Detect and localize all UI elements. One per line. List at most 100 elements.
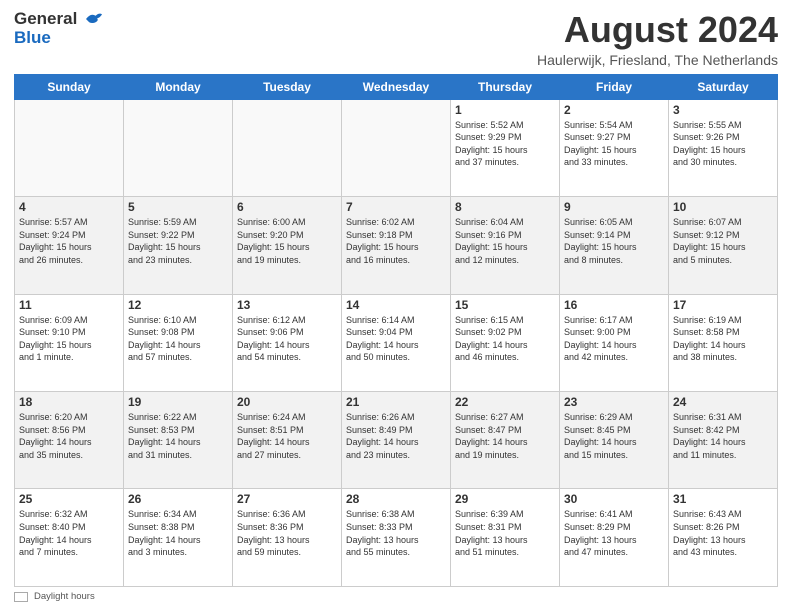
calendar-cell: 23 Sunrise: 6:29 AM Sunset: 8:45 PM Dayli…	[560, 392, 669, 489]
day-number: 17	[673, 298, 773, 312]
calendar-cell: 8 Sunrise: 6:04 AM Sunset: 9:16 PM Daylig…	[451, 197, 560, 294]
page: General Blue August 2024 Haulerwijk, Fri…	[0, 0, 792, 612]
calendar-cell: 25 Sunrise: 6:32 AM Sunset: 8:40 PM Dayli…	[15, 489, 124, 587]
calendar-cell: 30Sunrise: 6:41 AM Sunset: 8:29 PM Dayli…	[560, 489, 669, 587]
calendar-cell: 27Sunrise: 6:36 AM Sunset: 8:36 PM Dayli…	[233, 489, 342, 587]
day-number: 7	[346, 200, 446, 214]
calendar-week-4: 25 Sunrise: 6:32 AM Sunset: 8:40 PM Dayli…	[15, 489, 778, 587]
day-info: Sunrise: 5:57 AM Sunset: 9:24 PM Dayligh…	[19, 216, 119, 266]
day-info: Sunrise: 6:07 AM Sunset: 9:12 PM Dayligh…	[673, 216, 773, 266]
day-number: 23	[564, 395, 664, 409]
day-info: Sunrise: 6:27 AM Sunset: 8:47 PM Dayligh…	[455, 411, 555, 461]
day-number: 6	[237, 200, 337, 214]
day-info: Sunrise: 5:54 AM Sunset: 9:27 PM Dayligh…	[564, 119, 664, 169]
day-number: 24	[673, 395, 773, 409]
calendar-cell: 19Sunrise: 6:22 AM Sunset: 8:53 PM Dayli…	[124, 392, 233, 489]
day-info: Sunrise: 5:59 AM Sunset: 9:22 PM Dayligh…	[128, 216, 228, 266]
calendar-cell: 16 Sunrise: 6:17 AM Sunset: 9:00 PM Dayli…	[560, 294, 669, 391]
day-number: 2	[564, 103, 664, 117]
day-number: 11	[19, 298, 119, 312]
col-header-friday: Friday	[560, 74, 669, 99]
calendar-cell: 6Sunrise: 6:00 AM Sunset: 9:20 PM Daylig…	[233, 197, 342, 294]
day-info: Sunrise: 6:24 AM Sunset: 8:51 PM Dayligh…	[237, 411, 337, 461]
day-info: Sunrise: 6:43 AM Sunset: 8:26 PM Dayligh…	[673, 508, 773, 558]
col-header-monday: Monday	[124, 74, 233, 99]
day-info: Sunrise: 6:12 AM Sunset: 9:06 PM Dayligh…	[237, 314, 337, 364]
logo: General Blue	[14, 10, 104, 47]
calendar-cell: 13 Sunrise: 6:12 AM Sunset: 9:06 PM Dayli…	[233, 294, 342, 391]
calendar-cell	[342, 99, 451, 196]
calendar-cell: 4 Sunrise: 5:57 AM Sunset: 9:24 PM Daylig…	[15, 197, 124, 294]
calendar-cell	[15, 99, 124, 196]
logo-bird-icon	[84, 11, 104, 27]
calendar-cell: 9 Sunrise: 6:05 AM Sunset: 9:14 PM Daylig…	[560, 197, 669, 294]
col-header-tuesday: Tuesday	[233, 74, 342, 99]
calendar-week-3: 18 Sunrise: 6:20 AM Sunset: 8:56 PM Dayli…	[15, 392, 778, 489]
day-info: Sunrise: 6:26 AM Sunset: 8:49 PM Dayligh…	[346, 411, 446, 461]
day-number: 25	[19, 492, 119, 506]
col-header-wednesday: Wednesday	[342, 74, 451, 99]
calendar-cell: 21 Sunrise: 6:26 AM Sunset: 8:49 PM Dayli…	[342, 392, 451, 489]
day-number: 15	[455, 298, 555, 312]
day-info: Sunrise: 6:31 AM Sunset: 8:42 PM Dayligh…	[673, 411, 773, 461]
calendar-cell: 2 Sunrise: 5:54 AM Sunset: 9:27 PM Daylig…	[560, 99, 669, 196]
day-info: Sunrise: 6:32 AM Sunset: 8:40 PM Dayligh…	[19, 508, 119, 558]
calendar-cell: 17 Sunrise: 6:19 AM Sunset: 8:58 PM Dayli…	[669, 294, 778, 391]
day-number: 28	[346, 492, 446, 506]
calendar-cell	[124, 99, 233, 196]
day-number: 1	[455, 103, 555, 117]
calendar-cell: 11Sunrise: 6:09 AM Sunset: 9:10 PM Dayli…	[15, 294, 124, 391]
calendar-cell: 7 Sunrise: 6:02 AM Sunset: 9:18 PM Daylig…	[342, 197, 451, 294]
day-number: 26	[128, 492, 228, 506]
day-info: Sunrise: 6:38 AM Sunset: 8:33 PM Dayligh…	[346, 508, 446, 558]
day-number: 21	[346, 395, 446, 409]
day-number: 4	[19, 200, 119, 214]
day-number: 19	[128, 395, 228, 409]
title-block: August 2024 Haulerwijk, Friesland, The N…	[537, 10, 778, 68]
day-number: 5	[128, 200, 228, 214]
daylight-label: Daylight hours	[34, 591, 95, 602]
day-info: Sunrise: 6:05 AM Sunset: 9:14 PM Dayligh…	[564, 216, 664, 266]
calendar-cell: 14 Sunrise: 6:14 AM Sunset: 9:04 PM Dayli…	[342, 294, 451, 391]
day-number: 14	[346, 298, 446, 312]
day-info: Sunrise: 6:04 AM Sunset: 9:16 PM Dayligh…	[455, 216, 555, 266]
day-info: Sunrise: 6:36 AM Sunset: 8:36 PM Dayligh…	[237, 508, 337, 558]
calendar-cell: 20 Sunrise: 6:24 AM Sunset: 8:51 PM Dayli…	[233, 392, 342, 489]
day-number: 9	[564, 200, 664, 214]
day-number: 22	[455, 395, 555, 409]
logo-blue: Blue	[14, 29, 104, 48]
logo-general: General	[14, 9, 77, 28]
day-info: Sunrise: 6:29 AM Sunset: 8:45 PM Dayligh…	[564, 411, 664, 461]
day-info: Sunrise: 6:20 AM Sunset: 8:56 PM Dayligh…	[19, 411, 119, 461]
day-number: 8	[455, 200, 555, 214]
calendar-table: SundayMondayTuesdayWednesdayThursdayFrid…	[14, 74, 778, 587]
calendar-cell: 15 Sunrise: 6:15 AM Sunset: 9:02 PM Dayli…	[451, 294, 560, 391]
day-info: Sunrise: 6:17 AM Sunset: 9:00 PM Dayligh…	[564, 314, 664, 364]
day-number: 31	[673, 492, 773, 506]
footer: Daylight hours	[14, 591, 778, 602]
calendar-cell: 18 Sunrise: 6:20 AM Sunset: 8:56 PM Dayli…	[15, 392, 124, 489]
calendar-cell: 28 Sunrise: 6:38 AM Sunset: 8:33 PM Dayli…	[342, 489, 451, 587]
day-info: Sunrise: 6:15 AM Sunset: 9:02 PM Dayligh…	[455, 314, 555, 364]
day-info: Sunrise: 6:39 AM Sunset: 8:31 PM Dayligh…	[455, 508, 555, 558]
day-number: 18	[19, 395, 119, 409]
day-number: 10	[673, 200, 773, 214]
col-header-thursday: Thursday	[451, 74, 560, 99]
day-number: 12	[128, 298, 228, 312]
day-number: 13	[237, 298, 337, 312]
location: Haulerwijk, Friesland, The Netherlands	[537, 52, 778, 68]
calendar-cell: 3Sunrise: 5:55 AM Sunset: 9:26 PM Daylig…	[669, 99, 778, 196]
day-number: 29	[455, 492, 555, 506]
day-info: Sunrise: 6:02 AM Sunset: 9:18 PM Dayligh…	[346, 216, 446, 266]
day-number: 16	[564, 298, 664, 312]
day-info: Sunrise: 6:41 AM Sunset: 8:29 PM Dayligh…	[564, 508, 664, 558]
calendar-cell	[233, 99, 342, 196]
day-info: Sunrise: 6:14 AM Sunset: 9:04 PM Dayligh…	[346, 314, 446, 364]
day-info: Sunrise: 6:19 AM Sunset: 8:58 PM Dayligh…	[673, 314, 773, 364]
col-header-sunday: Sunday	[15, 74, 124, 99]
day-number: 20	[237, 395, 337, 409]
day-info: Sunrise: 6:34 AM Sunset: 8:38 PM Dayligh…	[128, 508, 228, 558]
calendar-cell: 5 Sunrise: 5:59 AM Sunset: 9:22 PM Daylig…	[124, 197, 233, 294]
calendar-cell: 12Sunrise: 6:10 AM Sunset: 9:08 PM Dayli…	[124, 294, 233, 391]
calendar-cell: 22 Sunrise: 6:27 AM Sunset: 8:47 PM Dayli…	[451, 392, 560, 489]
